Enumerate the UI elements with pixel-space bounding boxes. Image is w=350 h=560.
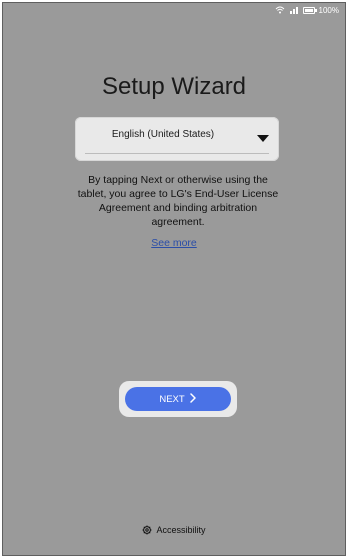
see-more-link[interactable]: See more — [3, 237, 345, 249]
page-title: Setup Wizard — [101, 73, 247, 100]
next-button[interactable]: NEXT — [125, 387, 231, 411]
gear-icon — [142, 525, 152, 535]
status-bar: 100% — [3, 3, 345, 17]
divider — [85, 153, 269, 154]
next-label: NEXT — [159, 393, 185, 405]
battery-level — [304, 8, 313, 12]
accessibility-button[interactable]: Accessibility — [3, 525, 345, 535]
accessibility-label: Accessibility — [156, 525, 206, 535]
language-selector[interactable]: English (United States) — [75, 117, 279, 161]
chevron-right-icon — [189, 393, 197, 405]
battery-percent: 100% — [318, 5, 339, 15]
language-value: English (United States) — [111, 129, 215, 140]
next-button-container: NEXT — [119, 381, 237, 417]
wifi-icon — [275, 5, 285, 15]
battery-icon — [302, 6, 317, 14]
dropdown-caret-icon — [257, 135, 269, 142]
agreement-text: By tapping Next or otherwise using the t… — [77, 174, 279, 228]
setup-screen: 100% Setup Wizard English (United States… — [2, 2, 346, 556]
signal-icon — [289, 5, 299, 15]
